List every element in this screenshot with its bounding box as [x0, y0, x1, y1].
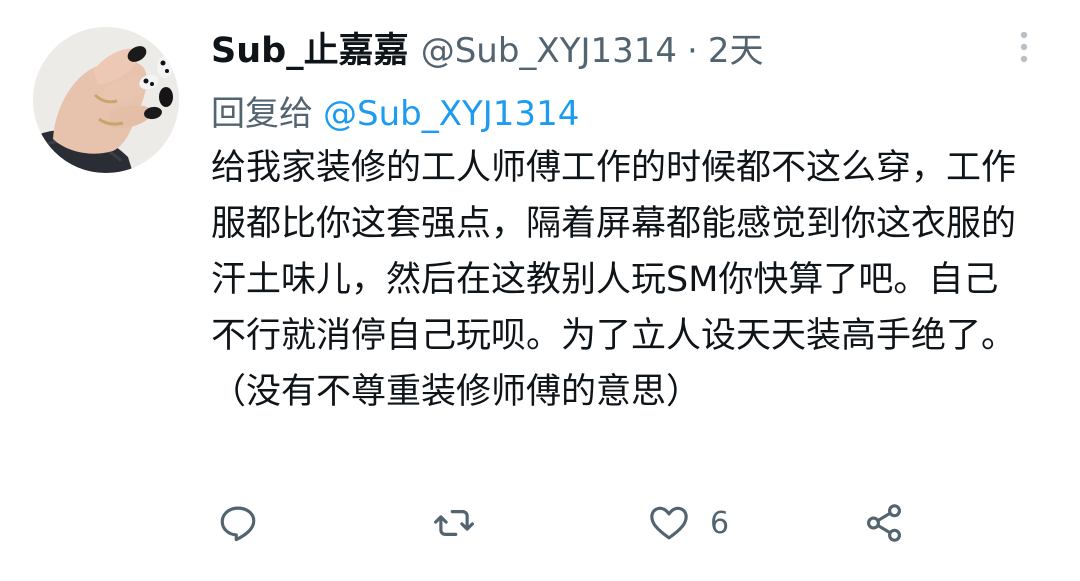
share-icon	[867, 504, 901, 542]
display-name[interactable]: Sub_止嘉嘉	[211, 22, 409, 73]
more-options-button[interactable]	[1016, 30, 1032, 64]
reply-prefix: 回复给	[211, 94, 313, 134]
tweet-header: Sub_止嘉嘉 @Sub_XYJ1314 · 2天	[211, 22, 1031, 74]
action-bar: 6	[0, 498, 1080, 548]
more-vertical-icon	[1020, 31, 1028, 63]
tweet-text: 给我家装修的工人师傅工作的时候都不这么穿，工作服都比你这套强点，隔着屏幕都能感觉…	[211, 148, 1017, 412]
like-button[interactable]: 6	[648, 498, 729, 548]
reply-to-handle[interactable]: @Sub_XYJ1314	[323, 94, 579, 134]
avatar-image	[33, 27, 179, 173]
tweet[interactable]: Sub_止嘉嘉 @Sub_XYJ1314 · 2天 回复给 @Sub_XYJ131…	[0, 0, 1080, 581]
tweet-content: Sub_止嘉嘉 @Sub_XYJ1314 · 2天 回复给 @Sub_XYJ131…	[211, 22, 1031, 420]
user-handle[interactable]: @Sub_XYJ1314	[421, 31, 677, 71]
retweet-button[interactable]	[433, 498, 475, 548]
like-count: 6	[710, 505, 730, 541]
retweet-icon	[434, 510, 474, 536]
separator-dot: ·	[687, 31, 698, 71]
heart-icon	[650, 506, 688, 540]
reply-button[interactable]	[217, 498, 259, 548]
timestamp[interactable]: 2天	[708, 23, 764, 72]
share-button[interactable]	[863, 498, 905, 548]
reply-icon	[220, 506, 256, 542]
reply-context: 回复给 @Sub_XYJ1314	[211, 86, 1031, 134]
avatar[interactable]	[33, 27, 179, 173]
